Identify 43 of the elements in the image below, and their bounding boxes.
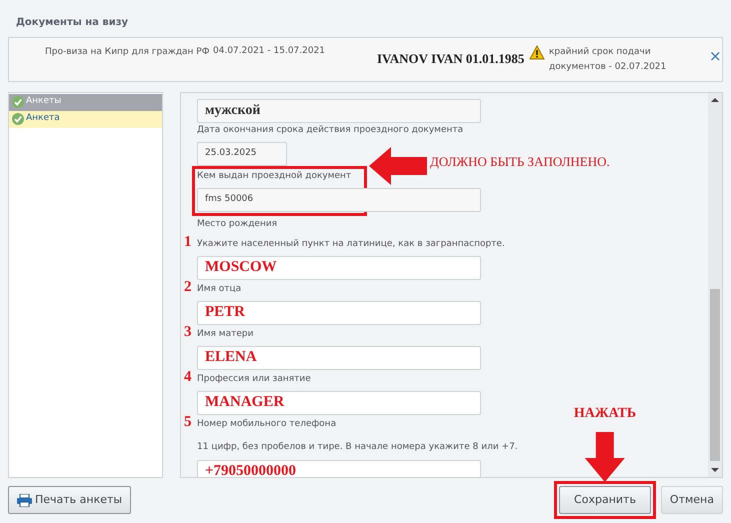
field-label: Профессия или занятие (197, 372, 311, 386)
printer-icon (17, 494, 32, 507)
warning-icon (529, 44, 545, 60)
scrollbar[interactable] (708, 92, 722, 477)
field-label: Место рождения (197, 218, 278, 231)
applicant-text: IVANOV IVAN 01.01.1985 (377, 50, 526, 68)
check-icon (12, 96, 24, 108)
hint-text: 11 цифр, без пробелов и тире. В начале номера укажите 8 или +7. (197, 440, 519, 454)
cancel-button[interactable]: Отмена (660, 486, 723, 514)
program-text: Про-виза на Кипр для граждан РФ (45, 46, 210, 59)
dates-text: 04.07.2021 - 15.07.2021 (213, 44, 326, 58)
input-field[interactable]: MANAGER (197, 390, 481, 415)
input-field[interactable]: PETR (197, 300, 481, 325)
step-number: 3 (184, 326, 192, 339)
step-number: 5 (184, 416, 192, 429)
deadline-text: крайний срок подачи документов - 02.07.2021 (549, 46, 668, 74)
save-button[interactable]: Сохранить (559, 486, 651, 514)
field-label: Дата окончания срока действия проездного документа (197, 124, 464, 137)
scroll-thumb[interactable] (710, 288, 720, 461)
step-number: 1 (184, 236, 192, 249)
field-label: Номер мобильного телефона (197, 418, 336, 431)
input-field[interactable]: ELENA (197, 346, 481, 370)
sidebar-label: Анкеты (26, 95, 62, 108)
input-field[interactable]: fms 50006 (197, 188, 481, 212)
input-field[interactable]: мужской (197, 98, 481, 123)
callout-text: НАЖАТЬ (574, 405, 636, 424)
print-button[interactable]: Печать анкеты (8, 486, 132, 514)
input-field[interactable]: MOSCOW (197, 256, 481, 280)
step-number: 2 (184, 280, 192, 294)
input-field[interactable]: +79050000000 (197, 460, 481, 477)
check-icon (12, 113, 24, 126)
field-label: Имя отца (197, 282, 242, 296)
field-label: Кем выдан проездной документ (197, 170, 352, 183)
close-button[interactable]: × (709, 48, 722, 64)
arrow-icon (369, 146, 427, 185)
field-label: Имя матери (197, 328, 254, 341)
callout-text: ДОЛЖНО БЫТЬ ЗАПОЛНЕНО. (430, 152, 610, 171)
step-number: 4 (184, 370, 192, 384)
sidebar-label: Анкета (26, 112, 60, 126)
sidebar-item[interactable]: Анкета (9, 110, 162, 128)
field-label: Укажите населенный пункт на латинице, как в загранпаспорте. (197, 238, 505, 251)
input-field[interactable]: 25.03.2025 (197, 142, 287, 166)
dialog-title: Документы на визу (15, 16, 130, 30)
